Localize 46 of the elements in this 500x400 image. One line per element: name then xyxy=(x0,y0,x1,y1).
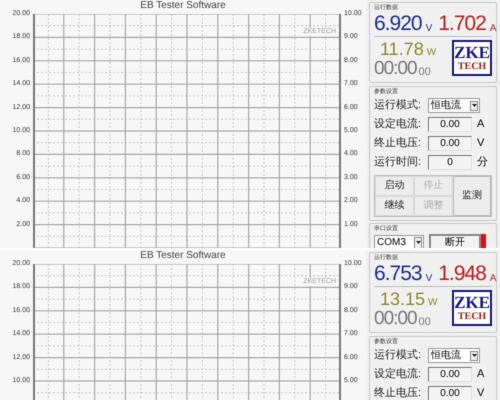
field-label: 运行时间: xyxy=(374,156,422,169)
input-field[interactable]: 0.00 xyxy=(428,117,472,132)
time-seconds: 00 xyxy=(418,316,431,329)
field-label: 运行模式: xyxy=(374,349,422,362)
action-button[interactable]: 继续 xyxy=(375,196,414,216)
current-reading: 1.948 xyxy=(438,263,486,285)
logo-text: ZKE xyxy=(454,44,490,61)
field-label: 终止电压: xyxy=(374,387,422,400)
field-label: 终止电压: xyxy=(374,137,422,150)
field-label: 设定电流: xyxy=(374,368,422,381)
voltage-reading: 6.920 xyxy=(374,13,422,35)
chart-title: EB Tester Software xyxy=(140,0,226,12)
monitor-button[interactable]: 监测 xyxy=(453,176,491,216)
power-unit: W xyxy=(428,297,438,309)
voltage-reading: 6.753 xyxy=(374,263,422,285)
input-field[interactable]: 0 xyxy=(428,155,472,170)
chart-title: EB Tester Software xyxy=(140,250,226,262)
current-reading: 1.702 xyxy=(438,13,486,35)
power-reading: 11.78 xyxy=(380,39,424,59)
logo-text: TECH xyxy=(458,61,486,72)
current-unit: A xyxy=(490,23,496,35)
unit-label: A xyxy=(477,368,484,381)
time-reading: 00:00 xyxy=(374,309,417,329)
field-label: 运行模式: xyxy=(374,99,422,112)
unit-label: V xyxy=(477,387,484,400)
mode-select[interactable]: 恒电流 xyxy=(428,98,480,113)
time-reading: 00:00 xyxy=(374,59,417,79)
input-field[interactable]: 0.00 xyxy=(428,367,472,382)
logo-text: TECH xyxy=(458,311,486,322)
input-field[interactable]: 0.00 xyxy=(428,136,472,151)
unit-label: A xyxy=(477,118,484,131)
logo-text: ZKE xyxy=(454,294,490,311)
action-button[interactable]: 启动 xyxy=(375,176,414,196)
current-unit: A xyxy=(490,273,496,285)
input-field[interactable]: 0.00 xyxy=(428,386,472,400)
port-select[interactable]: COM3 xyxy=(374,234,424,248)
power-reading: 13.15 xyxy=(380,289,426,309)
voltage-unit: V xyxy=(426,23,432,35)
unit-label: V xyxy=(477,137,484,150)
time-seconds: 00 xyxy=(418,66,431,79)
field-label: 设定电流: xyxy=(374,118,422,131)
unit-label: 分 xyxy=(477,156,488,169)
power-unit: W xyxy=(426,47,436,59)
mode-select[interactable]: 恒电流 xyxy=(428,348,480,363)
disconnect-button[interactable]: 断开 xyxy=(429,234,481,248)
voltage-unit: V xyxy=(426,273,432,285)
